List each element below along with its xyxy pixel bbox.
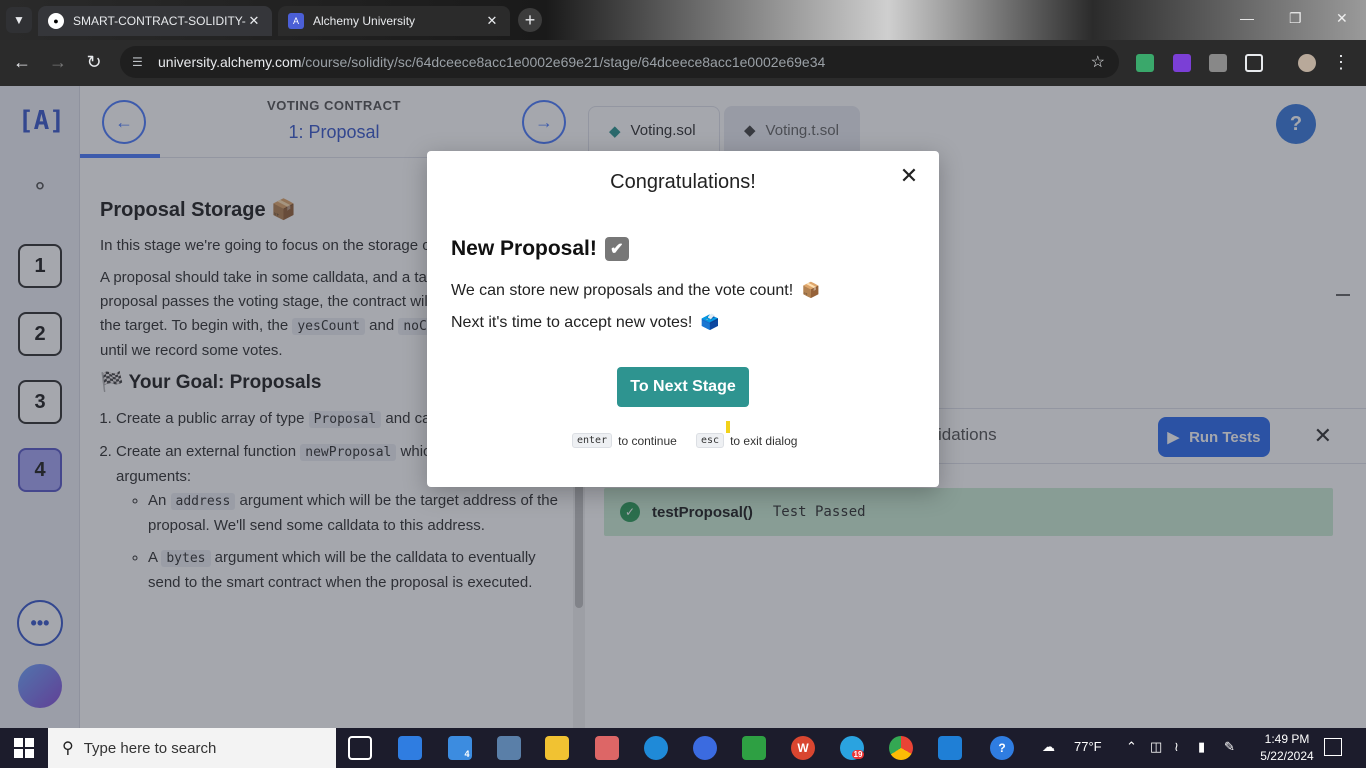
esc-key: esc — [696, 433, 725, 448]
browser-tab-bar: ▼ ● SMART-CONTRACT-SOLIDITY-P ✕ A Alchem… — [0, 0, 1366, 40]
dialog-title: Congratulations! — [610, 171, 756, 193]
message-text: Next it's time to accept new votes! — [451, 314, 693, 331]
new-tab-button[interactable]: + — [518, 8, 542, 32]
tab-title: SMART-CONTRACT-SOLIDITY-P — [73, 14, 246, 28]
hint-text: to continue — [618, 433, 677, 448]
system-clock[interactable]: 1:49 PM 5/22/2024 — [1252, 731, 1322, 765]
congratulations-dialog: Congratulations! ✕ New Proposal! ✔ We ca… — [427, 151, 939, 487]
clock-time: 1:49 PM — [1264, 732, 1310, 746]
windows-start-icon[interactable] — [14, 738, 34, 758]
alchemy-icon: A — [288, 13, 304, 29]
close-icon[interactable]: ✕ — [246, 13, 262, 29]
vscode-icon[interactable] — [938, 736, 962, 760]
paint-icon[interactable] — [595, 736, 619, 760]
extension-icon[interactable] — [1173, 54, 1191, 72]
dialog-message-line: Next it's time to accept new votes! 🗳️ — [451, 313, 720, 332]
forward-icon[interactable]: → — [47, 52, 69, 73]
search-icon: ⚲ — [62, 740, 74, 757]
calculator-icon[interactable] — [497, 736, 521, 760]
battery-icon[interactable]: ▮ — [1198, 739, 1205, 755]
back-icon[interactable]: ← — [11, 52, 33, 73]
badge-count: 19 — [851, 749, 865, 759]
minimize-icon[interactable]: — — [1240, 10, 1254, 26]
help-app-icon[interactable]: ? — [990, 736, 1014, 760]
badge-count: 4 — [464, 749, 470, 759]
url-path: /course/solidity/sc/64dceece8acc1e0002e6… — [301, 54, 826, 70]
menu-kebab-icon[interactable]: ⋮ — [1330, 52, 1352, 73]
chevron-up-icon[interactable]: ⌃ — [1126, 739, 1137, 755]
github-icon: ● — [48, 13, 64, 29]
chrome-icon[interactable] — [889, 736, 913, 760]
ballot-box-icon: 🗳️ — [700, 314, 720, 331]
taskbar-search[interactable]: ⚲ Type here to search — [48, 728, 336, 768]
pen-icon[interactable]: ✎ — [1224, 739, 1235, 755]
tab-title: Alchemy University — [313, 14, 416, 28]
edge-icon[interactable] — [644, 736, 668, 760]
store-icon[interactable] — [398, 736, 422, 760]
dialog-message-line: We can store new proposals and the vote … — [451, 281, 820, 300]
app-store-icon[interactable] — [693, 736, 717, 760]
url-host: university.alchemy.com — [158, 54, 302, 70]
extension-icon[interactable] — [1209, 54, 1227, 72]
message-text: We can store new proposals and the vote … — [451, 282, 794, 299]
next-stage-button[interactable]: To Next Stage — [617, 367, 749, 407]
bookmark-star-icon[interactable]: ☆ — [1091, 52, 1105, 72]
browser-tab-github[interactable]: ● SMART-CONTRACT-SOLIDITY-P ✕ — [38, 6, 272, 36]
telegram-icon[interactable]: 19 — [840, 736, 865, 760]
reload-icon[interactable]: ↻ — [83, 52, 105, 73]
close-icon[interactable]: ✕ — [484, 13, 500, 29]
weather-icon[interactable]: ☁ — [1042, 739, 1055, 755]
browser-tab-alchemy[interactable]: A Alchemy University ✕ — [278, 6, 510, 36]
search-placeholder: Type here to search — [83, 739, 217, 757]
notification-icon[interactable] — [1324, 738, 1342, 756]
tab-search-button[interactable]: ▼ — [6, 7, 32, 33]
wifi-icon[interactable]: ≀ — [1174, 739, 1179, 755]
extension-icon[interactable] — [1136, 54, 1154, 72]
enter-key: enter — [572, 433, 613, 448]
windows-taskbar: ⚲ Type here to search 4 W 19 ? ☁ 77°F ⌃ … — [0, 728, 1366, 768]
wps-icon[interactable]: W — [791, 736, 815, 760]
site-settings-icon[interactable]: ☰ — [132, 55, 150, 69]
weather-temp[interactable]: 77°F — [1074, 739, 1102, 754]
file-explorer-icon[interactable] — [545, 736, 569, 760]
enter-hint: enter to continue — [572, 433, 677, 448]
package-icon: 📦 — [801, 282, 821, 299]
address-bar[interactable]: ☰ university.alchemy.com /course/solidit… — [120, 46, 1119, 78]
dialog-heading-text: New Proposal! — [451, 237, 597, 260]
esc-hint: esc to exit dialog — [696, 433, 797, 448]
app-icon[interactable]: 4 — [448, 736, 472, 760]
check-box-icon: ✔ — [604, 237, 629, 261]
extensions-puzzle-icon[interactable] — [1245, 54, 1263, 72]
window-close-icon[interactable]: ✕ — [1336, 10, 1348, 27]
browser-toolbar: ← → ↻ ☰ university.alchemy.com /course/s… — [0, 40, 1366, 86]
dialog-heading: New Proposal! ✔ — [451, 237, 629, 261]
text-cursor-icon — [726, 421, 730, 433]
task-view-icon[interactable] — [348, 736, 372, 760]
profile-avatar[interactable] — [1298, 54, 1316, 72]
dialog-close-icon[interactable]: ✕ — [897, 163, 921, 189]
restore-icon[interactable]: ❐ — [1289, 10, 1302, 27]
device-icon[interactable]: ◫ — [1150, 739, 1162, 755]
clock-date: 5/22/2024 — [1260, 749, 1314, 763]
hint-text: to exit dialog — [730, 433, 798, 448]
chart-app-icon[interactable] — [742, 736, 766, 760]
